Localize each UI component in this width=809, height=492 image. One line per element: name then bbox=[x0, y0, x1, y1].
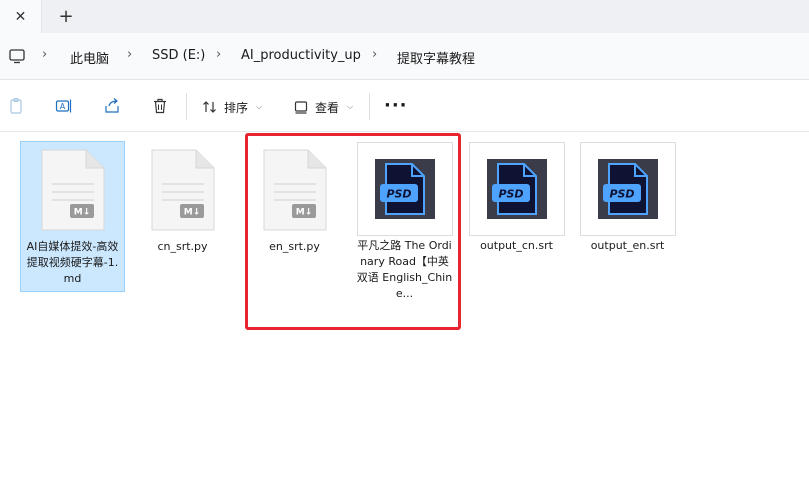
chevron-down-icon: ⌵ bbox=[256, 102, 263, 111]
computer-icon[interactable] bbox=[8, 47, 26, 65]
svg-text:PSD: PSD bbox=[609, 188, 634, 201]
sort-icon bbox=[203, 101, 216, 113]
file-view: M↓ AI自媒体提效-高效提取视频硬字幕-1.md M↓ cn_srt.py M… bbox=[0, 132, 809, 492]
new-tab-button[interactable]: + bbox=[54, 4, 78, 28]
svg-text:PSD: PSD bbox=[386, 188, 411, 201]
psd-thumbnail: PSD bbox=[579, 142, 676, 236]
svg-text:PSD: PSD bbox=[498, 188, 523, 201]
psd-thumbnail: PSD bbox=[468, 142, 565, 236]
svg-text:A: A bbox=[60, 102, 66, 111]
file-item[interactable]: M↓ en_srt.py bbox=[242, 141, 347, 261]
markdown-file-icon: M↓ bbox=[151, 149, 214, 231]
breadcrumb-this-pc[interactable]: 此电脑 bbox=[70, 48, 109, 67]
file-name: en_srt.py bbox=[269, 240, 320, 253]
file-item[interactable]: PSD output_cn.srt bbox=[464, 141, 569, 261]
sort-label: 排序 bbox=[224, 100, 249, 115]
svg-text:M↓: M↓ bbox=[295, 208, 312, 218]
breadcrumb-folder[interactable]: AI_productivity_up bbox=[241, 48, 361, 63]
toolbar-divider bbox=[369, 93, 370, 120]
view-icon bbox=[294, 101, 308, 114]
markdown-file-icon: M↓ bbox=[41, 149, 104, 231]
psd-file-icon: PSD bbox=[374, 159, 435, 219]
breadcrumb-separator[interactable]: › bbox=[216, 47, 221, 62]
plus-icon: + bbox=[58, 5, 74, 27]
view-button[interactable]: 查看 ⌵ bbox=[293, 97, 353, 117]
file-name: 平凡之路 The Ordinary Road【中英双语 English_Chin… bbox=[356, 239, 453, 300]
close-tab-icon[interactable]: ✕ bbox=[15, 9, 27, 25]
breadcrumb-current-folder[interactable]: 提取字幕教程 bbox=[397, 48, 475, 67]
breadcrumb-drive[interactable]: SSD (E:) bbox=[152, 48, 205, 63]
more-options-button[interactable]: ··· bbox=[384, 95, 408, 116]
file-name: cn_srt.py bbox=[157, 240, 208, 253]
paste-icon[interactable] bbox=[8, 97, 26, 115]
file-name: output_cn.srt bbox=[480, 239, 553, 252]
file-name: AI自媒体提效-高效提取视频硬字幕-1.md bbox=[26, 240, 119, 285]
file-item[interactable]: M↓ cn_srt.py bbox=[130, 141, 235, 261]
svg-text:M↓: M↓ bbox=[73, 208, 90, 218]
rename-icon[interactable]: A bbox=[55, 97, 73, 115]
chevron-down-icon: ⌵ bbox=[347, 102, 354, 111]
breadcrumb-separator[interactable]: › bbox=[372, 47, 377, 62]
sort-button[interactable]: 排序 ⌵ bbox=[202, 97, 262, 117]
breadcrumb-separator[interactable]: › bbox=[127, 47, 132, 62]
file-item[interactable]: PSD 平凡之路 The Ordinary Road【中英双语 English_… bbox=[352, 141, 457, 311]
psd-thumbnail: PSD bbox=[356, 142, 453, 236]
file-name: output_en.srt bbox=[590, 239, 665, 252]
svg-text:M↓: M↓ bbox=[183, 208, 200, 218]
psd-file-icon: PSD bbox=[486, 159, 547, 219]
markdown-file-icon: M↓ bbox=[263, 149, 326, 231]
breadcrumb-separator[interactable]: › bbox=[42, 47, 47, 62]
breadcrumb: › 此电脑 › SSD (E:) › AI_productivity_up › … bbox=[0, 33, 809, 80]
view-label: 查看 bbox=[315, 100, 340, 115]
tab-strip: ✕ + bbox=[0, 0, 809, 33]
active-tab[interactable]: ✕ bbox=[0, 0, 42, 33]
file-item[interactable]: PSD output_en.srt bbox=[575, 141, 680, 261]
command-bar: A 排序 ⌵ 查看 ⌵ ··· bbox=[0, 81, 809, 132]
psd-file-icon: PSD bbox=[597, 159, 658, 219]
delete-icon[interactable] bbox=[151, 97, 169, 115]
toolbar-divider bbox=[186, 93, 187, 120]
share-icon[interactable] bbox=[103, 97, 121, 115]
file-item[interactable]: M↓ AI自媒体提效-高效提取视频硬字幕-1.md bbox=[20, 141, 125, 292]
